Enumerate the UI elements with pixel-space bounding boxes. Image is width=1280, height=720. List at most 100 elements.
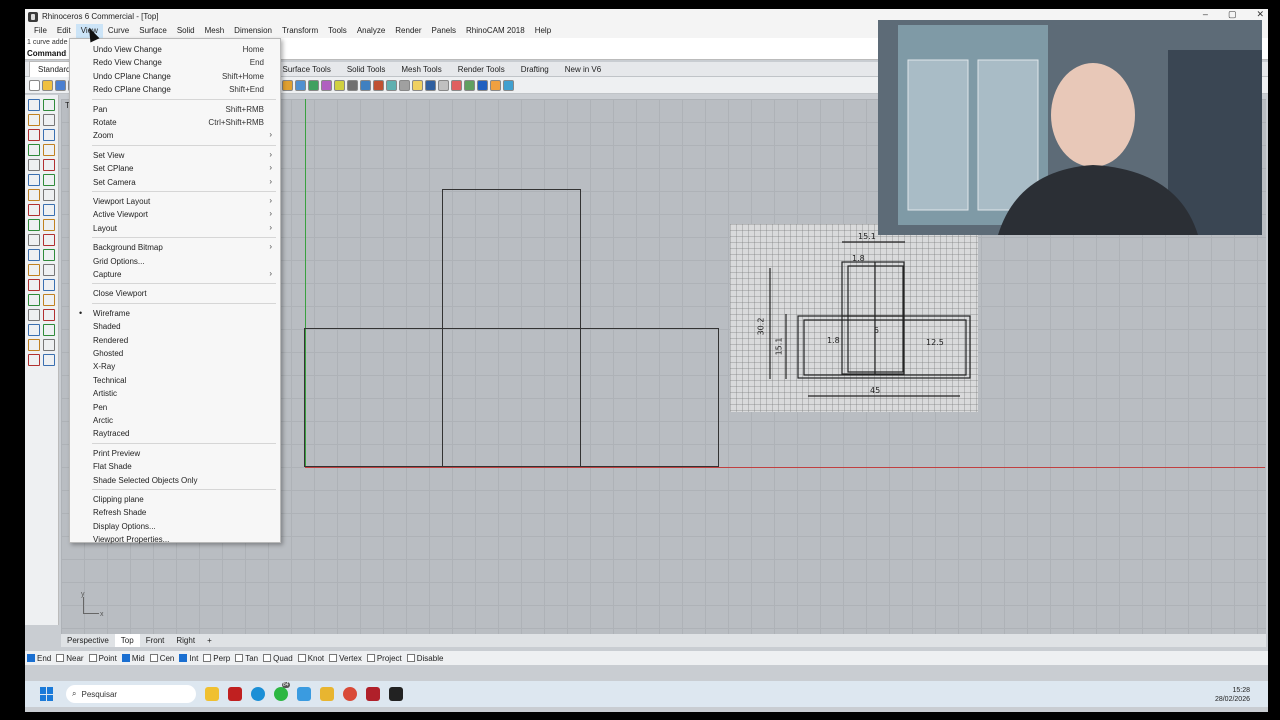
toolbar-tab-surface-tools[interactable]: Surface Tools: [275, 62, 339, 77]
system-clock[interactable]: 15:28 28/02/2026: [1215, 686, 1250, 704]
left-tool-icon[interactable]: [43, 144, 55, 156]
osnap-end[interactable]: End: [27, 654, 51, 663]
view-menu-display-options[interactable]: Display Options...: [70, 520, 280, 533]
toolbar-icon[interactable]: [308, 79, 319, 91]
menu-file[interactable]: File: [29, 24, 52, 38]
left-tool-icon[interactable]: [43, 114, 55, 126]
view-menu-artistic[interactable]: Artistic: [70, 387, 280, 400]
view-menu-redo-cplane-change[interactable]: Redo CPlane Change Shift+End: [70, 83, 280, 96]
left-tool-icon[interactable]: [28, 354, 40, 366]
menu-surface[interactable]: Surface: [134, 24, 172, 38]
toolbar-icon[interactable]: [373, 79, 384, 91]
app-icon-red[interactable]: [228, 687, 242, 701]
osnap-vertex[interactable]: Vertex: [329, 654, 362, 663]
menu-panels[interactable]: Panels: [427, 24, 461, 38]
toolbar-icon[interactable]: [464, 79, 475, 91]
viewport-tab-perspective[interactable]: Perspective: [61, 634, 115, 647]
toolbar-icon[interactable]: [55, 79, 66, 91]
view-menu-pan[interactable]: Pan Shift+RMB: [70, 103, 280, 116]
toolbar-icon[interactable]: [360, 79, 371, 91]
minimize-button[interactable]: –: [1203, 9, 1208, 20]
curve-rect-middle[interactable]: [442, 328, 581, 467]
view-menu-undo-view-change[interactable]: Undo View Change Home: [70, 43, 280, 56]
left-tool-icon[interactable]: [43, 279, 55, 291]
osnap-checkbox[interactable]: [56, 654, 65, 662]
toolbar-icon[interactable]: [386, 79, 397, 91]
osnap-mid[interactable]: Mid: [121, 654, 145, 663]
file-explorer-icon[interactable]: [205, 687, 219, 701]
toolbar-icon[interactable]: [477, 79, 488, 91]
left-tool-icon[interactable]: [28, 234, 40, 246]
view-menu-capture[interactable]: Capture ›: [70, 268, 280, 281]
view-menu-shaded[interactable]: Shaded: [70, 320, 280, 333]
menu-transform[interactable]: Transform: [277, 24, 323, 38]
left-tool-icon[interactable]: [28, 309, 40, 321]
osnap-disable[interactable]: Disable: [406, 654, 443, 663]
view-menu-x-ray[interactable]: X-Ray: [70, 360, 280, 373]
view-menu-undo-cplane-change[interactable]: Undo CPlane Change Shift+Home: [70, 70, 280, 83]
left-tool-icon[interactable]: [43, 249, 55, 261]
view-menu-background-bitmap[interactable]: Background Bitmap ›: [70, 241, 280, 254]
viewport-tab-front[interactable]: Front: [140, 634, 171, 647]
left-tool-icon[interactable]: [28, 204, 40, 216]
left-tool-icon[interactable]: [43, 309, 55, 321]
view-menu-layout[interactable]: Layout ›: [70, 222, 280, 235]
app-icon-dark[interactable]: [366, 687, 380, 701]
toolbar-icon[interactable]: [490, 79, 501, 91]
left-tool-icon[interactable]: [28, 159, 40, 171]
photos-icon[interactable]: [297, 687, 311, 701]
add-viewport-tab-button[interactable]: +: [201, 634, 218, 647]
osnap-project[interactable]: Project: [366, 654, 402, 663]
menu-dimension[interactable]: Dimension: [229, 24, 277, 38]
left-tool-icon[interactable]: [28, 294, 40, 306]
windows-start-icon[interactable]: [40, 687, 54, 701]
toolbar-icon[interactable]: [438, 79, 449, 91]
left-tool-icon[interactable]: [43, 99, 55, 111]
left-tool-icon[interactable]: [28, 339, 40, 351]
view-menu-technical[interactable]: Technical: [70, 374, 280, 387]
toolbar-icon[interactable]: [347, 79, 358, 91]
osnap-checkbox[interactable]: [179, 654, 188, 662]
menu-analyze[interactable]: Analyze: [352, 24, 390, 38]
left-tool-icon[interactable]: [43, 219, 55, 231]
whatsapp-icon[interactable]: 84: [274, 682, 290, 701]
toolbar-tab-mesh-tools[interactable]: Mesh Tools: [393, 62, 449, 77]
close-button[interactable]: ✕: [1256, 9, 1264, 20]
osnap-checkbox[interactable]: [203, 654, 212, 662]
viewport-tab-top[interactable]: Top: [114, 634, 140, 647]
view-menu-ghosted[interactable]: Ghosted: [70, 347, 280, 360]
toolbar-icon[interactable]: [334, 79, 345, 91]
view-menu-print-preview[interactable]: Print Preview: [70, 447, 280, 460]
left-tool-icon[interactable]: [28, 99, 40, 111]
left-tool-icon[interactable]: [28, 189, 40, 201]
left-tool-icon[interactable]: [28, 129, 40, 141]
curve-rect-right[interactable]: [580, 328, 719, 467]
chrome-icon[interactable]: [343, 687, 357, 701]
view-menu-pen[interactable]: Pen: [70, 401, 280, 414]
menu-rhinocam-2018[interactable]: RhinoCAM 2018: [461, 24, 530, 38]
toolbar-icon[interactable]: [282, 79, 293, 91]
left-tool-icon[interactable]: [28, 249, 40, 261]
osnap-checkbox[interactable]: [406, 654, 415, 662]
view-menu-grid-options[interactable]: Grid Options...: [70, 255, 280, 268]
osnap-cen[interactable]: Cen: [149, 654, 174, 663]
view-menu-arctic[interactable]: Arctic: [70, 414, 280, 427]
toolbar-icon[interactable]: [42, 79, 53, 91]
view-menu-raytraced[interactable]: Raytraced: [70, 427, 280, 440]
view-menu-redo-view-change[interactable]: Redo View Change End: [70, 56, 280, 69]
menu-solid[interactable]: Solid: [172, 24, 200, 38]
left-tool-icon[interactable]: [43, 129, 55, 141]
osnap-knot[interactable]: Knot: [297, 654, 324, 663]
left-tool-icon[interactable]: [28, 144, 40, 156]
view-menu-rendered[interactable]: Rendered: [70, 334, 280, 347]
view-menu-close-viewport[interactable]: Close Viewport: [70, 287, 280, 300]
view-menu-set-view[interactable]: Set View ›: [70, 149, 280, 162]
left-tool-icon[interactable]: [28, 114, 40, 126]
osnap-checkbox[interactable]: [121, 654, 130, 662]
view-menu-wireframe[interactable]: • Wireframe: [70, 307, 280, 320]
left-tool-icon[interactable]: [43, 159, 55, 171]
menu-mesh[interactable]: Mesh: [200, 24, 230, 38]
menu-render[interactable]: Render: [390, 24, 426, 38]
osnap-checkbox[interactable]: [27, 654, 35, 662]
viewport-tab-right[interactable]: Right: [170, 634, 201, 647]
